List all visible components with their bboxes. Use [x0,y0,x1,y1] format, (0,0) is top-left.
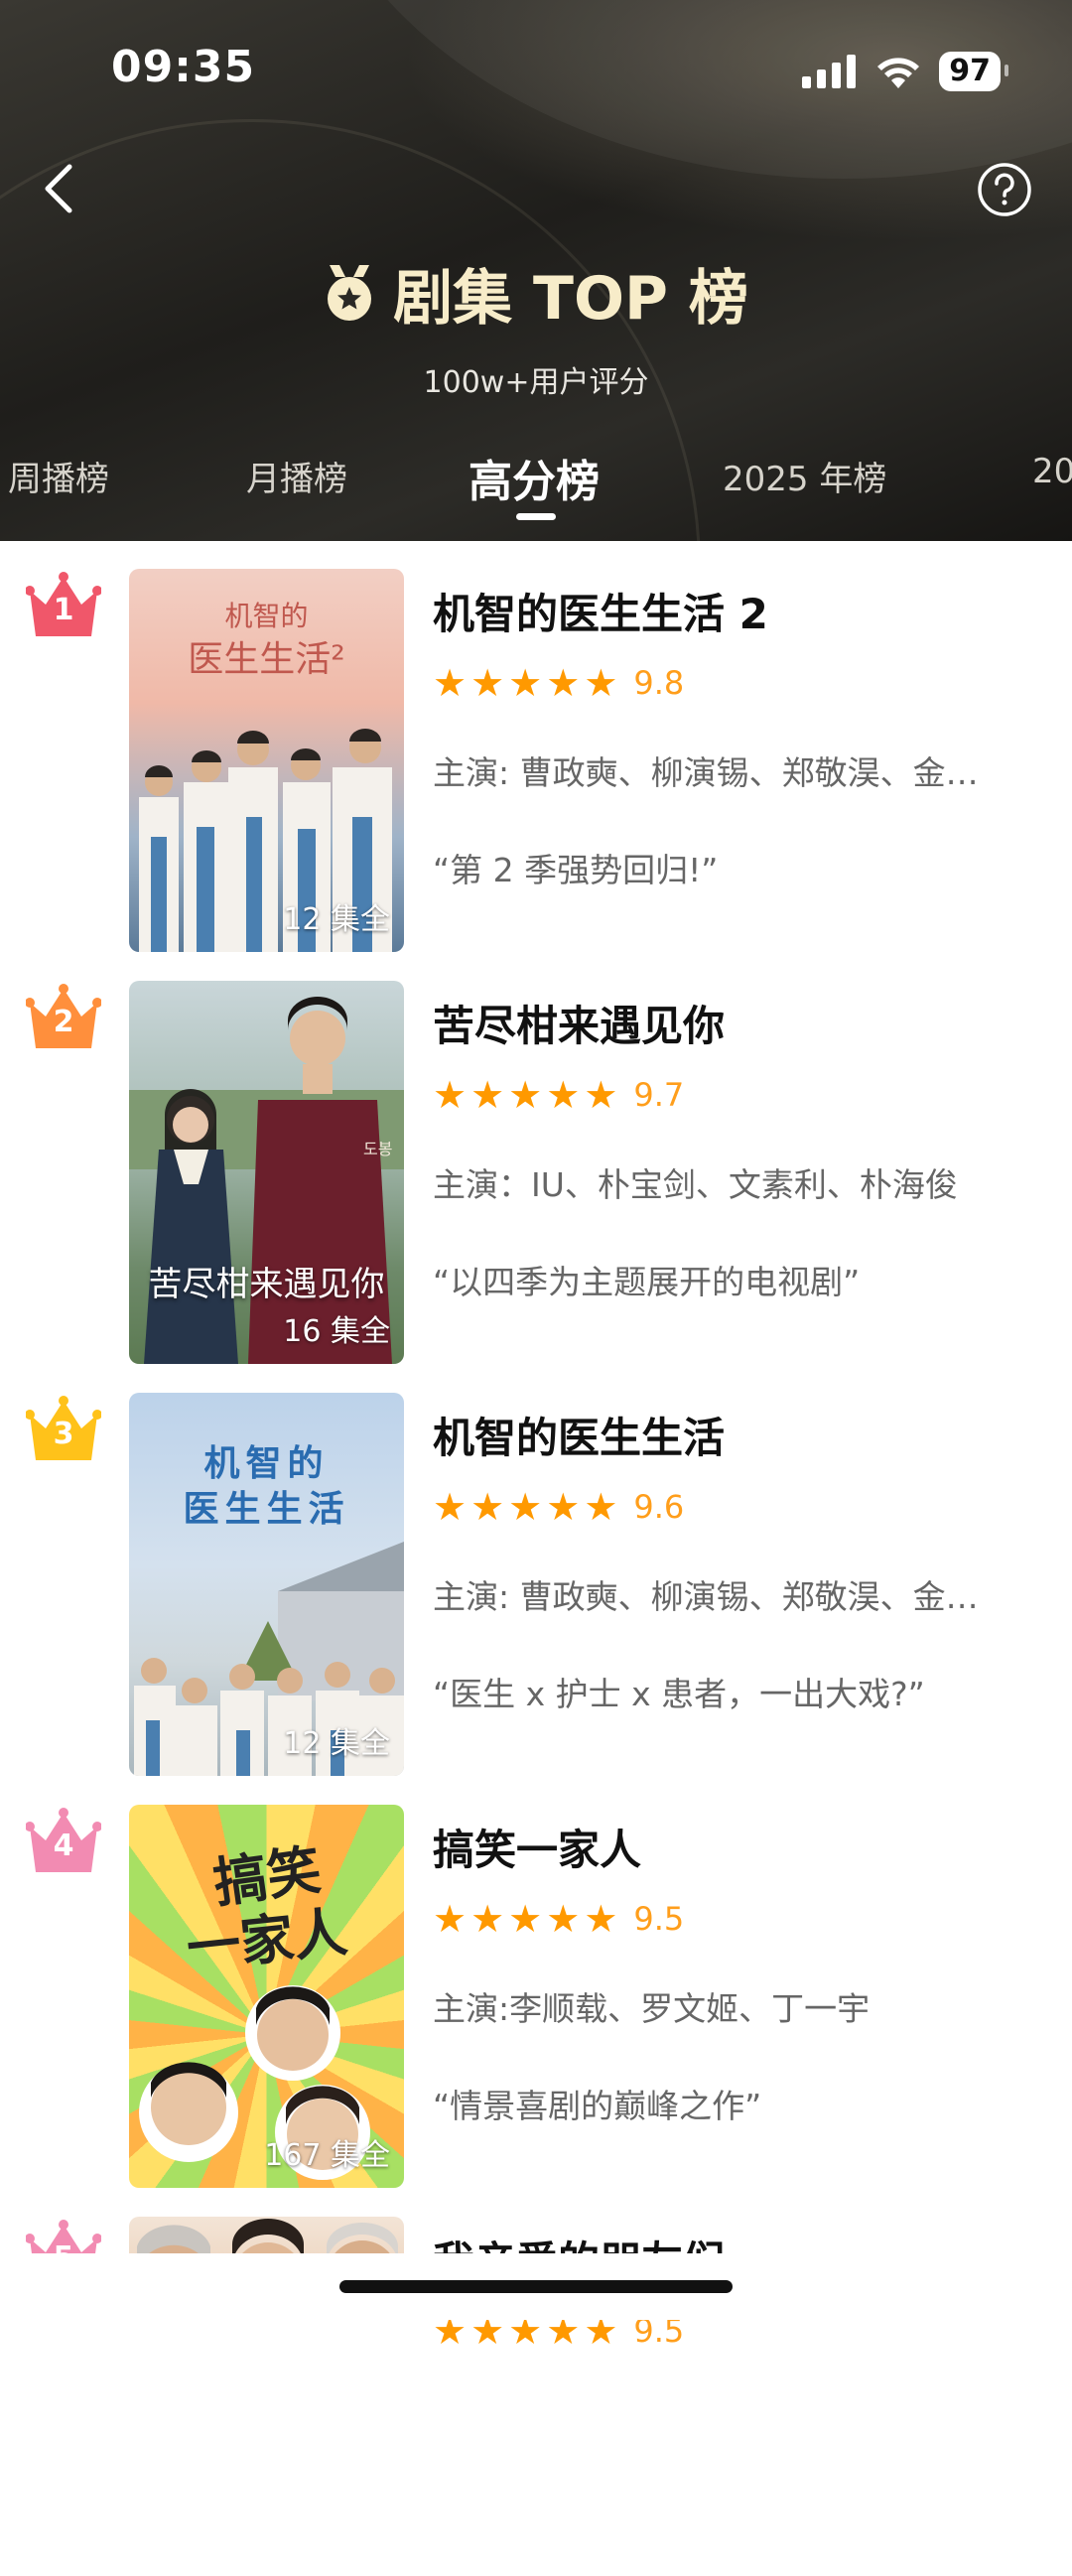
score: 9.6 [633,1488,685,1526]
home-indicator[interactable] [339,2280,733,2293]
tab-bar: 周播榜 月播榜 高分榜 2025 年榜 20 [0,452,1072,511]
tab-monthly[interactable]: 月播榜 [246,452,347,500]
tab-more[interactable]: 20 [1032,452,1072,491]
rating-row: ★ ★ ★ ★ ★ 9.8 [433,663,1048,703]
item-info: 搞笑一家人 ★ ★ ★ ★ ★ 9.5 主演:李顺载、罗文姬、丁一宇 “情景喜剧的巅峰之… [433,1817,1048,2127]
score: 9.8 [633,664,685,702]
help-button[interactable] [977,162,1032,217]
rank-number: 1 [53,593,74,627]
episode-count: 167 集全 [264,2138,390,2173]
cast-list: 主演: 曹政奭、柳演锡、郑敬淏、金… [433,753,979,792]
tab-weekly[interactable]: 周播榜 [8,452,109,500]
star-icon: ★ [584,1897,618,1941]
poster-title-line: 苦尽柑来遇见你 [148,1265,385,1304]
star-icon: ★ [546,1073,581,1117]
star-icon: ★ [584,1073,618,1117]
crown-badge: 1 [25,571,102,640]
status-time: 09:35 [111,42,256,92]
star-icon: ★ [508,1485,543,1529]
list-item[interactable]: 5 我亲爱的朋友们 ★★★★★ 9.5 [0,2189,1072,2576]
star-icon: ★ [433,1897,468,1941]
list-item[interactable]: 3 机智的 医生生活 12 集全 机智的医生生活 ★ ★ ★ ★ ★ 9.6 主演: 曹… [0,1365,1072,1776]
tagline: “情景喜剧的巅峰之作” [433,2087,762,2125]
star-icon: ★ [508,1897,543,1941]
page-title: 剧集 TOP 榜 [393,263,748,334]
tagline: “医生 x 护士 x 患者，一出大戏?” [433,1675,925,1713]
score: 9.7 [633,1076,685,1114]
show-title[interactable]: 搞笑一家人 [433,1817,1048,1877]
signal-icon [802,55,857,88]
crown-badge: 2 [25,983,102,1052]
star-icon: ★ [584,1485,618,1529]
rating-row: ★ ★ ★ ★ ★ 9.6 [433,1487,1048,1527]
wifi-icon [877,58,920,88]
back-button[interactable] [36,159,87,218]
rank-number: 3 [53,1417,74,1451]
star-icon: ★ [433,1073,468,1117]
list-item[interactable]: 4 搞笑 一家人 167 集全 搞笑一家人 ★ ★ ★ ★ ★ 9.5 主演:李… [0,1777,1072,2188]
star-icon: ★ [470,1897,505,1941]
crown-badge: 3 [25,1395,102,1464]
poster-image[interactable]: 机智的 医生生活² 12 集全 [129,569,404,952]
tab-2025[interactable]: 2025 年榜 [723,452,886,500]
rating-row: ★ ★ ★ ★ ★ 9.7 [433,1075,1048,1115]
item-info: 苦尽柑来遇见你 ★ ★ ★ ★ ★ 9.7 主演：IU、朴宝剑、文素利、朴海俊 “以四季… [433,993,1048,1303]
tab-high-score[interactable]: 高分榜 [469,446,600,509]
status-icons: 97 [802,50,1008,93]
episode-count: 12 集全 [283,1726,390,1761]
cast-list: 主演:李顺载、罗文姬、丁一宇 [433,1989,871,2028]
svg-text:도봉: 도봉 [363,1140,392,1158]
battery-indicator: 97 [939,52,1008,91]
tagline: “以四季为主题展开的电视剧” [433,1263,861,1301]
question-circle-icon [978,163,1031,216]
page-subtitle: 100w+用户评分 [423,365,649,400]
list-item[interactable]: 1 机智的 医生生活² 12 集全 机智的医生生活 2 ★ ★ ★ ★ ★ 9.8 主演… [0,541,1072,952]
star-icon: ★ [470,1073,505,1117]
show-title[interactable]: 机智的医生生活 [433,1405,1048,1465]
score: 9.5 [633,1900,685,1938]
star-icon: ★ [508,661,543,705]
rating-row: ★ ★ ★ ★ ★ 9.5 [433,1899,1048,1939]
rank-number: 2 [53,1005,74,1039]
medal-icon [328,265,372,321]
list-item[interactable]: 2 도봉 苦尽柑来遇见你 16 集全 苦尽柑来遇见你 ★ ★ ★ ★ ★ 9.7… [0,953,1072,1364]
star-icon: ★ [433,661,468,705]
episode-count: 12 集全 [283,902,390,937]
poster-image[interactable]: 搞笑 一家人 167 集全 [129,1805,404,2188]
star-icon: ★ [546,1897,581,1941]
cast-list: 主演: 曹政奭、柳演锡、郑敬淏、金… [433,1577,979,1616]
tagline: “第 2 季强势回归!” [433,851,719,889]
episode-count: 16 集全 [283,1314,390,1349]
active-tab-indicator [516,513,556,520]
poster-image[interactable]: 도봉 苦尽柑来遇见你 16 集全 [129,981,404,1364]
show-title[interactable]: 机智的医生生活 2 [433,581,1048,641]
star-icon: ★ [508,1073,543,1117]
page-title-row: 剧集 TOP 榜 [0,253,1072,334]
star-icon: ★ [546,1485,581,1529]
star-icon: ★ [546,661,581,705]
item-info: 机智的医生生活 2 ★ ★ ★ ★ ★ 9.8 主演: 曹政奭、柳演锡、郑敬淏、金… “… [433,581,1048,891]
poster-image[interactable]: 机智的 医生生活 12 集全 [129,1393,404,1776]
cast-list: 主演：IU、朴宝剑、文素利、朴海俊 [433,1165,958,1204]
star-icon: ★ [470,1485,505,1529]
rank-number: 4 [53,1829,74,1863]
star-icon: ★ [433,1485,468,1529]
show-title[interactable]: 苦尽柑来遇见你 [433,993,1048,1053]
star-icon: ★ [584,661,618,705]
item-info: 机智的医生生活 ★ ★ ★ ★ ★ 9.6 主演: 曹政奭、柳演锡、郑敬淏、金… “医生… [433,1405,1048,1715]
crown-badge: 4 [25,1807,102,1876]
star-icon: ★ [470,661,505,705]
chevron-left-icon [45,164,72,213]
